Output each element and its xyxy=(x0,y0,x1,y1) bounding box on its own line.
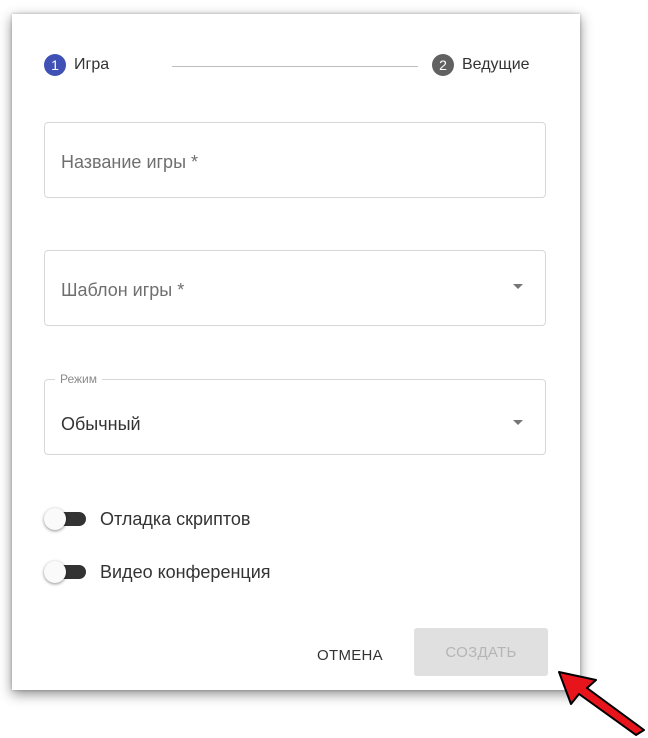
script-debug-label: Отладка скриптов xyxy=(100,508,251,529)
create-button[interactable]: СОЗДАТЬ xyxy=(414,628,548,676)
create-game-dialog: 1 Игра 2 Ведущие Название игры * Шаблон … xyxy=(12,14,580,690)
mode-value: Обычный xyxy=(61,414,141,434)
video-conference-label: Видео конференция xyxy=(100,561,271,582)
step-number-1: 1 xyxy=(44,54,66,76)
video-conference-toggle[interactable] xyxy=(44,561,88,583)
step-hosts[interactable]: 2 Ведущие xyxy=(432,54,530,76)
game-name-placeholder: Название игры * xyxy=(61,152,199,172)
red-arrow-annotation-icon xyxy=(558,671,645,736)
mode-legend: Режим xyxy=(55,372,102,386)
dropdown-arrow-icon xyxy=(513,284,523,289)
mode-select[interactable]: Режим Обычный xyxy=(44,372,546,455)
step-number-2: 2 xyxy=(432,54,454,76)
step-label-game: Игра xyxy=(74,56,110,73)
toggle-thumb xyxy=(44,508,66,530)
game-template-placeholder: Шаблон игры * xyxy=(61,280,185,300)
step-label-hosts: Ведущие xyxy=(462,56,530,73)
cancel-button[interactable]: ОТМЕНА xyxy=(306,631,394,679)
toggle-row-video-conference: Видео конференция xyxy=(44,561,271,583)
dropdown-arrow-icon xyxy=(513,420,523,425)
game-template-select[interactable]: Шаблон игры * xyxy=(44,250,546,326)
step-game[interactable]: 1 Игра xyxy=(44,54,109,76)
toggle-thumb xyxy=(44,561,66,583)
toggle-row-script-debug: Отладка скриптов xyxy=(44,508,250,530)
script-debug-toggle[interactable] xyxy=(44,508,88,530)
stepper: 1 Игра 2 Ведущие xyxy=(44,54,550,82)
stepper-connector-line xyxy=(172,66,418,67)
game-name-input[interactable]: Название игры * xyxy=(44,122,546,198)
